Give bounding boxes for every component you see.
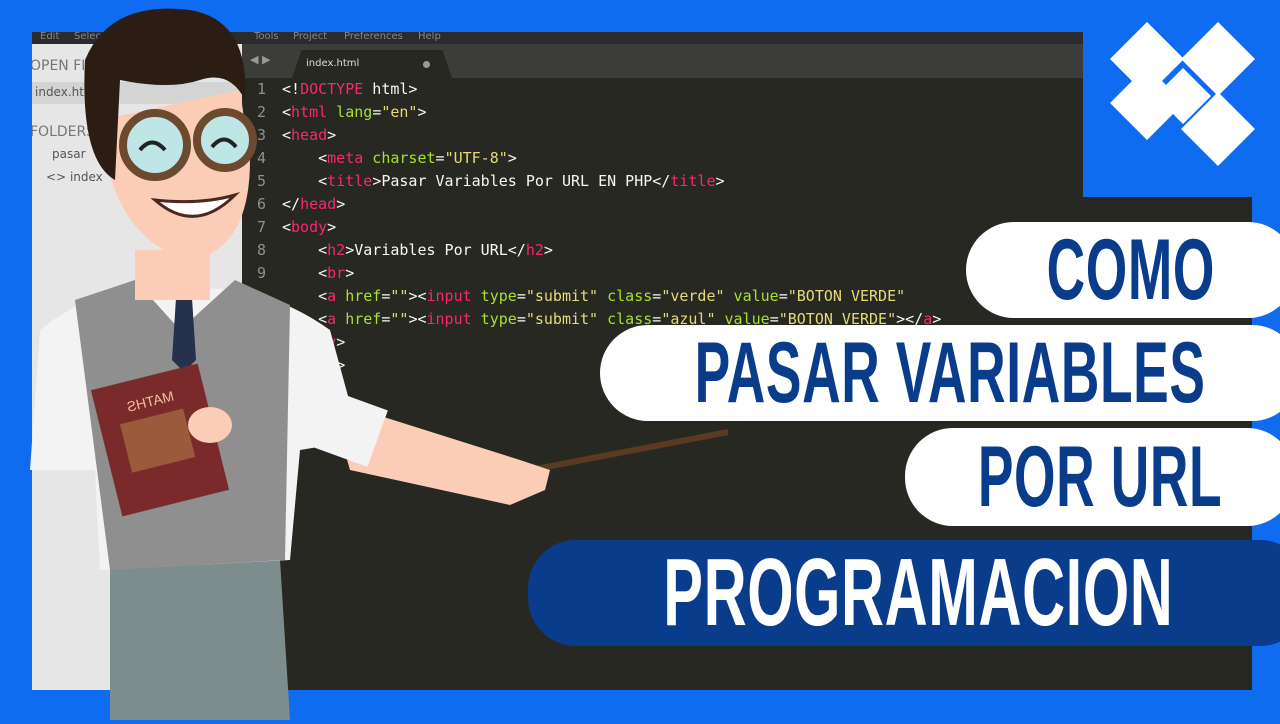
pointer-stick	[519, 429, 729, 475]
diamond-x-logo	[1083, 0, 1280, 197]
headline-por-url: POR URL	[905, 428, 1280, 526]
headline-como: COMO	[966, 222, 1280, 318]
headline-text: PASAR VARIABLES	[694, 324, 1206, 421]
hand	[188, 407, 232, 443]
headline-text: PROGRAMACION	[662, 539, 1174, 646]
headline-pasar-variables: PASAR VARIABLES	[600, 325, 1280, 421]
code-token: "BOTON VERDE"	[787, 287, 906, 305]
trousers	[110, 560, 290, 720]
headline-programacion: PROGRAMACION	[528, 539, 1280, 646]
headline-text: COMO	[1046, 221, 1216, 318]
code-token: =	[778, 287, 788, 305]
headline-text: POR URL	[977, 428, 1223, 525]
tie	[172, 298, 196, 372]
